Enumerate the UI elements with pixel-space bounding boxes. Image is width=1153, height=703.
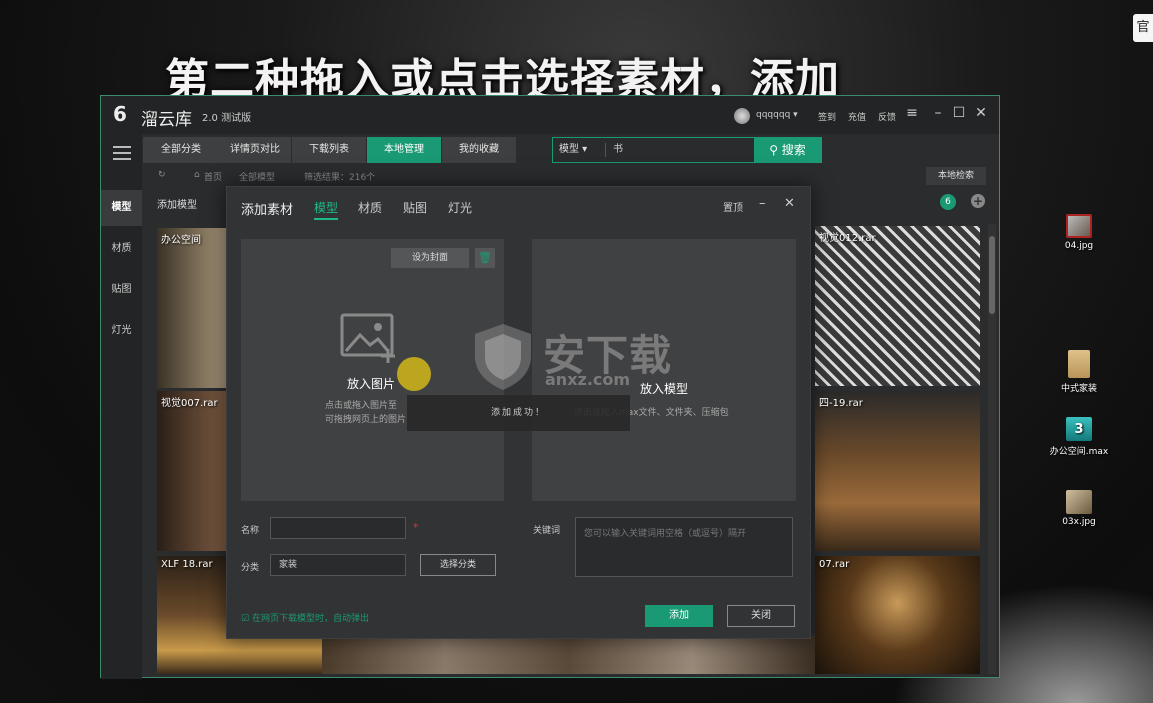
dialog-tab-texture[interactable]: 贴图 [403,199,427,216]
image-file-icon [1066,214,1092,238]
desktop-icon-label: 中式家装 [1060,384,1097,394]
sidebar-item-texture[interactable]: 贴图 [101,272,142,308]
pin-top-button[interactable]: 置顶 [723,199,743,214]
3dsmax-icon: 3 [1066,417,1092,441]
tab-all-categories[interactable]: 全部分类 [143,137,219,163]
corner-chip[interactable]: 官 [1133,14,1153,42]
watermark-domain: anxz.com [545,370,631,389]
avatar[interactable] [734,108,750,124]
feedback-link[interactable]: 反馈 [878,110,896,123]
keyword-textarea[interactable]: 您可以输入关键词用空格（或逗号）隔开 [575,517,793,577]
breadcrumb: ↻ ⌂ 首页 全部模型 筛选结果：216个 [142,164,999,186]
scrollbar-thumb[interactable] [989,236,995,314]
logo-icon: 6 [113,102,127,126]
count-badge[interactable]: 6 [940,194,956,210]
sidebar-item-material[interactable]: 材质 [101,231,142,267]
add-model-link[interactable]: 添加模型 [157,196,197,211]
desktop-icon-folder[interactable]: 中式家装 [1049,350,1109,394]
model-thumbnail[interactable]: 视觉012.rar [815,226,980,386]
folder-icon [1068,350,1090,378]
drop-image-hint: 点击或拖入图片至 可拖拽网页上的图片 [325,401,407,425]
username[interactable]: qqqqqq ▾ [756,110,798,120]
sidebar-item-light[interactable]: 灯光 [101,313,142,349]
local-search-button[interactable]: 本地检索 [926,167,986,185]
desktop-icon-04jpg[interactable]: 04.jpg [1049,214,1109,251]
desktop-icon-03xjpg[interactable]: 03x.jpg [1049,490,1109,527]
tab-favorites[interactable]: 我的收藏 [442,137,516,163]
desktop-icon-label: 办公空间.max [1049,447,1109,457]
set-cover-button[interactable]: 设为封面 [391,248,469,268]
model-thumbnail[interactable]: 07.rar [815,556,980,674]
add-material-dialog: 添加素材 模型 材质 贴图 灯光 置顶 – ✕ 设为封面 🗑 放入图片 点击或拖… [226,186,811,639]
title-bar: 6 溜云库 2.0 测试版 qqqqqq ▾ 签到 充值 反馈 ≡ – ☐ ✕ [101,96,999,134]
minimize-icon[interactable]: – [759,196,766,211]
image-drop-zone[interactable] [241,239,504,501]
search-input[interactable]: 书 [613,138,623,162]
breadcrumb-level[interactable]: 全部模型 [239,170,275,183]
app-name: 溜云库 [141,110,192,130]
thumbnail-label: 07.rar [819,559,850,570]
image-file-icon [1066,490,1092,514]
tab-local-manage[interactable]: 本地管理 [367,137,441,163]
home-icon[interactable]: ⌂ [194,170,200,180]
hamburger-icon[interactable] [113,146,131,164]
close-icon[interactable]: ✕ [784,196,795,211]
dialog-title: 添加素材 [241,203,294,218]
thumbnail-label: 视觉012.rar [819,233,876,244]
thumbnail-label: 办公空间 [161,235,201,246]
divider [605,143,606,157]
close-icon[interactable]: ✕ [974,106,988,120]
maximize-icon[interactable]: ☐ [952,106,966,120]
sidebar-item-model[interactable]: 模型 [101,190,142,226]
dialog-tab-material[interactable]: 材质 [358,199,382,216]
trash-icon[interactable]: 🗑 [475,248,495,268]
close-button[interactable]: 关闭 [727,605,795,627]
category-input[interactable]: 家装 [270,554,406,576]
thumbnail-label: 视觉007.rar [161,398,218,409]
drop-image-label: 放入图片 [347,377,396,391]
watermark-shield-icon [475,324,531,390]
recharge-link[interactable]: 充值 [848,110,866,123]
dialog-tab-light[interactable]: 灯光 [448,199,472,216]
model-thumbnail-strip[interactable] [322,636,815,674]
left-sidebar: 模型 材质 贴图 灯光 [101,134,142,679]
search-category-select[interactable]: 模型 ▾ [559,138,587,162]
dialog-tab-model[interactable]: 模型 [314,199,339,220]
desktop-icon-max[interactable]: 3 办公空间.max [1049,417,1109,457]
add-button[interactable]: 添加 [645,605,713,627]
thumbnail-label: 四-19.rar [819,398,863,409]
name-label: 名称 [241,526,260,536]
name-input[interactable] [270,517,406,539]
minimize-icon[interactable]: – [931,106,945,120]
filter-result: 筛选结果：216个 [304,173,376,183]
tab-detail-compare[interactable]: 详情页对比 [219,137,291,163]
breadcrumb-home[interactable]: 首页 [204,170,222,183]
desktop-icon-label: 04.jpg [1064,241,1094,251]
checkin-link[interactable]: 签到 [818,110,836,123]
required-mark: * [413,521,419,534]
keyword-label: 关键词 [533,526,561,536]
category-label: 分类 [241,563,260,573]
app-version: 2.0 测试版 [202,113,252,124]
thumbnail-label: XLF 18.rar [161,559,213,570]
auto-popup-checkbox[interactable]: ☑ 在网页下载模型时，自动弹出 [241,611,369,624]
choose-category-button[interactable]: 选择分类 [420,554,496,576]
cursor-highlight [397,357,431,391]
tab-downloads[interactable]: 下载列表 [292,137,366,163]
add-icon[interactable]: + [971,194,985,208]
model-thumbnail[interactable]: 四-19.rar [815,391,980,551]
search-button[interactable]: ⚲ 搜索 [754,137,821,163]
refresh-icon[interactable]: ↻ [158,170,166,180]
menu-icon[interactable]: ≡ [905,106,919,120]
image-placeholder-icon [340,313,395,363]
desktop-icon-label: 03x.jpg [1062,517,1096,527]
success-toast: 添加成功！ [407,395,630,431]
